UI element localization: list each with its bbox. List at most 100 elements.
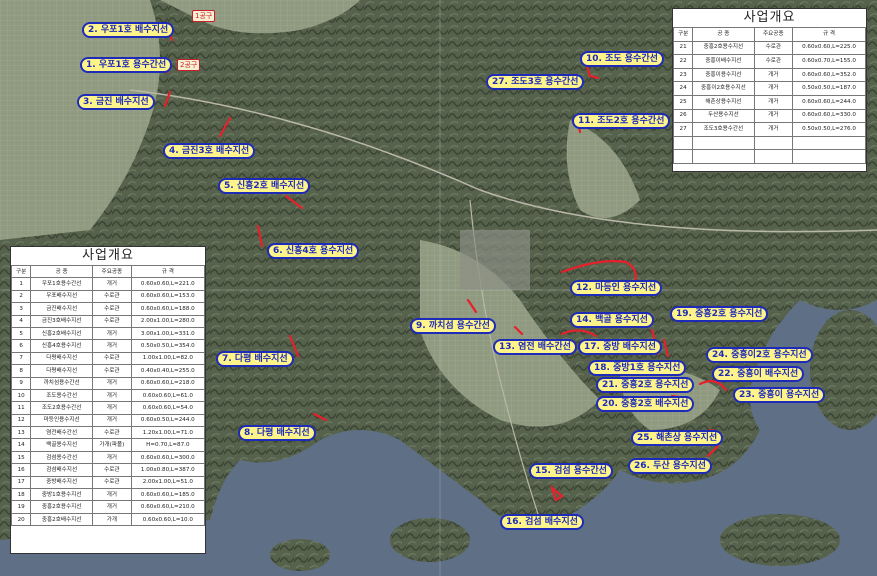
table-cell: 3.00x1.00,L=331.0 xyxy=(130,326,206,341)
table-cell: 개거 xyxy=(92,339,132,353)
table-row: 20 중흥2호배수지선 가개 0.60x0.60,L=10.0 xyxy=(10,512,206,527)
project-overview-table-right: 사업개요 구분 공 종 주요공종 규 격 21 중흥2호용수지선 수로관 0.60x0… xyxy=(672,8,867,172)
table-cell: 1.00x1.00,L=82.0 xyxy=(130,351,206,366)
table-cell: 0.60x0.60,L=352.0 xyxy=(792,67,866,83)
table-row: 8 다평배수지선 수로관 0.40x0.40,L=255.0 xyxy=(10,364,206,378)
table-header-row: 구분 공 종 주요공종 규 격 xyxy=(672,27,866,42)
table-cell: 0.60x0.60,L=225.0 xyxy=(792,40,866,56)
table-cell: 2.00x1.00,L=51.0 xyxy=(130,475,206,490)
table-cell: H=0.70,L=87.0 xyxy=(130,438,206,452)
map-label: 20. 중흥2호 배수지선 xyxy=(596,396,695,412)
table-cell: 9 xyxy=(10,376,32,390)
panel-title: 사업개요 xyxy=(82,248,134,263)
table-cell: 개거 xyxy=(92,388,132,403)
map-label: 13. 염전 배수간선 xyxy=(493,339,577,355)
table-cell: 0.60x0.60,L=185.0 xyxy=(130,488,206,502)
table-cell: 20 xyxy=(10,512,32,527)
table-cell: 금진3호배수지선 xyxy=(30,314,94,328)
table-cell: 0.60x0.60,L=61.0 xyxy=(130,388,206,403)
table-row: 1 우포1호용수간선 개거 0.60x0.60,L=221.0 xyxy=(10,277,206,291)
table-cell: 개거 xyxy=(92,277,132,291)
table-row: 6 신흥4호용수지선 개거 0.50x0.50,L=354.0 xyxy=(10,339,206,353)
table-cell: 조도2호용수간선 xyxy=(30,401,94,415)
table-row xyxy=(672,135,866,151)
table-cell: 중방1호용수지선 xyxy=(30,488,94,502)
table-cell: 신흥2호배수지선 xyxy=(30,326,94,341)
table-cell xyxy=(672,149,694,164)
table-row: 10 조도용수간선 개거 0.60x0.60,L=61.0 xyxy=(10,388,206,403)
table-cell: 8 xyxy=(10,364,32,378)
table-cell xyxy=(753,149,794,164)
panel-title: 사업개요 xyxy=(743,10,796,25)
table-row: 2 우포배수지선 수로관 0.60x0.60,L=153.0 xyxy=(10,289,206,304)
island xyxy=(390,518,470,562)
map-label: 17. 중방 배수지선 xyxy=(578,339,662,355)
table-cell: 검섬용수간선 xyxy=(30,450,94,465)
table-cell: 수로관 xyxy=(753,40,794,56)
table-cell: 17 xyxy=(10,475,32,490)
table-cell: 까치섬용수간선 xyxy=(30,376,94,390)
table-cell: 중흥2호용수지선 xyxy=(692,40,755,56)
table-cell xyxy=(692,135,755,151)
column-header: 규 격 xyxy=(130,264,206,279)
map-label: 12. 마등인 용수지선 xyxy=(570,280,663,296)
table-cell: 6 xyxy=(10,339,32,353)
table-cell xyxy=(672,135,694,151)
table-cell xyxy=(692,149,755,164)
table-cell: 가개(파폴) xyxy=(92,438,132,452)
table-cell: 검섬배수지선 xyxy=(30,463,94,477)
map-label: 9. 까치섬 용수간선 xyxy=(410,318,496,334)
table-cell: 중흥2호배수지선 xyxy=(30,512,94,527)
table-cell: 중방배수지선 xyxy=(30,475,94,490)
table-cell: 수로관 xyxy=(92,426,132,440)
table-cell: 개거 xyxy=(92,488,132,502)
table-cell: 3 xyxy=(10,302,32,316)
column-header: 주요공종 xyxy=(753,27,794,42)
table-cell: 0.50x0.50,L=276.0 xyxy=(792,122,866,137)
table-cell: 22 xyxy=(672,54,694,69)
table-cell: 0.50x0.50,L=354.0 xyxy=(130,339,206,353)
map-label: 22. 중흥이 배수지선 xyxy=(712,366,805,382)
table-row: 4 금진3호배수지선 수로관 2.00x1.00,L=280.0 xyxy=(10,314,206,328)
island xyxy=(270,539,330,571)
table-cell: 0.40x0.40,L=255.0 xyxy=(130,364,206,378)
table-cell: 수로관 xyxy=(92,475,132,490)
table-cell: 개거 xyxy=(92,500,132,514)
table-cell: 0.60x0.60,L=300.0 xyxy=(130,450,206,465)
table-cell: 다평배수지선 xyxy=(30,351,94,366)
table-cell: 1.00x0.80,L=387.0 xyxy=(130,463,206,477)
table-row: 24 중흥이2호용수지선 개거 0.50x0.50,L=187.0 xyxy=(672,81,866,96)
table-cell: 가개 xyxy=(92,512,132,527)
table-cell: 수로관 xyxy=(92,364,132,378)
island xyxy=(720,514,840,566)
table-cell: 개거 xyxy=(92,450,132,465)
section-tag-2: 2공구 xyxy=(177,59,201,71)
map-label: 5. 신흥2호 배수지선 xyxy=(218,178,311,194)
table-cell: 다평배수지선 xyxy=(30,364,94,378)
table-cell: 1.20x1.00,L=71.0 xyxy=(130,426,206,440)
table-row: 15 검섬용수간선 개거 0.60x0.60,L=300.0 xyxy=(10,450,206,465)
map-label: 24. 중흥이2호 용수지선 xyxy=(706,347,813,363)
table-row: 14 백골용수지선 가개(파폴) H=0.70,L=87.0 xyxy=(10,438,206,452)
map-label: 8. 다평 배수지선 xyxy=(238,425,316,441)
table-cell: 조도용수간선 xyxy=(30,388,94,403)
table-cell: 개거 xyxy=(753,81,794,96)
table-cell: 중흥2호용수지선 xyxy=(30,500,94,514)
map-label: 15. 검섬 용수간선 xyxy=(529,463,613,479)
table-cell: 2.00x1.00,L=280.0 xyxy=(130,314,206,328)
table-cell: 11 xyxy=(10,401,32,415)
map-label: 7. 다평 배수지선 xyxy=(216,351,294,367)
table-cell: 수로관 xyxy=(92,289,132,304)
column-header: 공 종 xyxy=(30,264,94,279)
table-cell: 0.60x0.60,L=188.0 xyxy=(130,302,206,316)
map-label: 19. 중흥2호 용수지선 xyxy=(670,306,769,322)
map-label: 14. 백골 용수지선 xyxy=(570,312,654,328)
table-cell: 0.60x0.60,L=210.0 xyxy=(130,500,206,514)
table-cell: 우포배수지선 xyxy=(30,289,94,304)
table-cell: 개거 xyxy=(753,94,794,110)
table-cell: 19 xyxy=(10,500,32,514)
map-label: 6. 신흥4호 용수지선 xyxy=(267,243,360,259)
table-row: 16 검섬배수지선 수로관 1.00x0.80,L=387.0 xyxy=(10,463,206,477)
map-label: 23. 중흥이 용수지선 xyxy=(733,387,826,403)
table-cell: 중흥이배수지선 xyxy=(692,54,755,69)
